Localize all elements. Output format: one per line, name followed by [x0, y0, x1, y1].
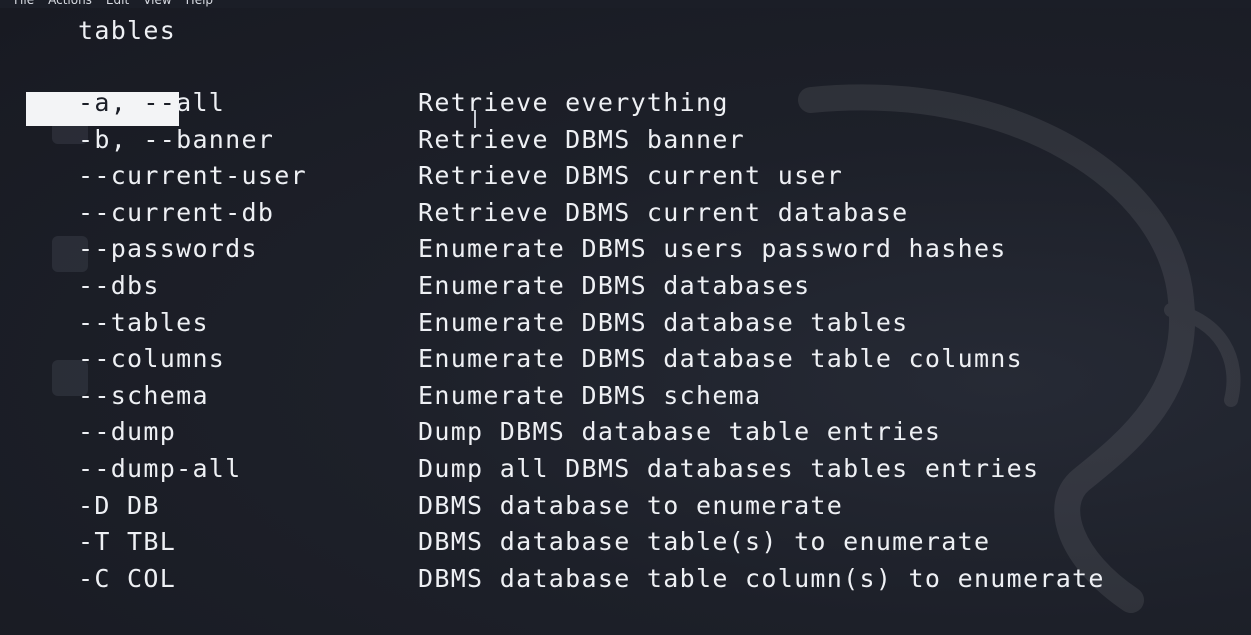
- option-row: -T TBL DBMS database table(s) to enumera…: [0, 527, 1251, 564]
- option-flag: --current-db: [78, 197, 275, 227]
- option-row: --current-db Retrieve DBMS current datab…: [0, 198, 1251, 235]
- text-cursor-icon: [474, 110, 476, 128]
- option-flag: --current-user: [78, 161, 307, 191]
- option-flag: --tables: [78, 307, 209, 337]
- option-description: DBMS database table column(s) to enumera…: [418, 563, 1105, 593]
- option-description: Retrieve DBMS current user: [418, 161, 844, 191]
- menu-bar: File Actions Edit View Help: [0, 0, 1251, 8]
- option-flag: -T TBL: [78, 527, 177, 557]
- menu-view[interactable]: View: [143, 0, 171, 8]
- option-flag: --passwords: [78, 234, 258, 264]
- option-row: --passwords Enumerate DBMS users passwor…: [0, 234, 1251, 271]
- option-row: --tables Enumerate DBMS database tables: [0, 308, 1251, 345]
- option-description: DBMS database to enumerate: [418, 490, 844, 520]
- option-flag: -D DB: [78, 490, 160, 520]
- option-row: --columns Enumerate DBMS database table …: [0, 344, 1251, 381]
- option-description: Enumerate DBMS schema: [418, 380, 762, 410]
- help-option-list: -a, --all -a, -- Retrieve everything -b,…: [0, 88, 1251, 600]
- option-description: Enumerate DBMS database tables: [418, 307, 909, 337]
- option-description: Enumerate DBMS users password hashes: [418, 234, 1007, 264]
- option-description: Enumerate DBMS database table columns: [418, 344, 1023, 374]
- option-row: --dump-all Dump all DBMS databases table…: [0, 454, 1251, 491]
- option-row: --dbs Enumerate DBMS databases: [0, 271, 1251, 308]
- option-description: Dump DBMS database table entries: [418, 417, 942, 447]
- option-description: DBMS database table(s) to enumerate: [418, 527, 991, 557]
- menu-file[interactable]: File: [14, 0, 34, 8]
- option-row: -D DB DBMS database to enumerate: [0, 491, 1251, 528]
- option-row: --dump Dump DBMS database table entries: [0, 417, 1251, 454]
- option-flag: -b, --banner: [78, 124, 275, 154]
- terminal-window: File Actions Edit View Help tables -a, -…: [0, 0, 1251, 635]
- option-flag: -C COL: [78, 563, 177, 593]
- selected-text: -a, --: [78, 88, 177, 117]
- option-row: --current-user Retrieve DBMS current use…: [0, 161, 1251, 198]
- option-flag: --columns: [78, 344, 226, 374]
- option-row: -b, --banner Retrieve DBMS banner: [0, 125, 1251, 162]
- option-description: Retrieve everything: [418, 88, 729, 117]
- option-flag: --dump: [78, 417, 177, 447]
- option-flag: --dbs: [78, 270, 160, 300]
- option-flag: --dump-all: [78, 453, 242, 483]
- option-row: -a, --all -a, -- Retrieve everything: [0, 88, 1251, 125]
- option-description: Dump all DBMS databases tables entries: [418, 453, 1040, 483]
- menu-actions[interactable]: Actions: [48, 0, 92, 8]
- menu-help[interactable]: Help: [186, 0, 213, 8]
- option-row: --schema Enumerate DBMS schema: [0, 381, 1251, 418]
- menu-edit[interactable]: Edit: [106, 0, 129, 8]
- option-description: Retrieve DBMS banner: [418, 124, 746, 154]
- option-description: Enumerate DBMS databases: [418, 270, 811, 300]
- option-flag: --schema: [78, 380, 209, 410]
- section-heading: tables: [78, 16, 177, 45]
- option-row: -C COL DBMS database table column(s) to …: [0, 564, 1251, 601]
- option-description: Retrieve DBMS current database: [418, 197, 909, 227]
